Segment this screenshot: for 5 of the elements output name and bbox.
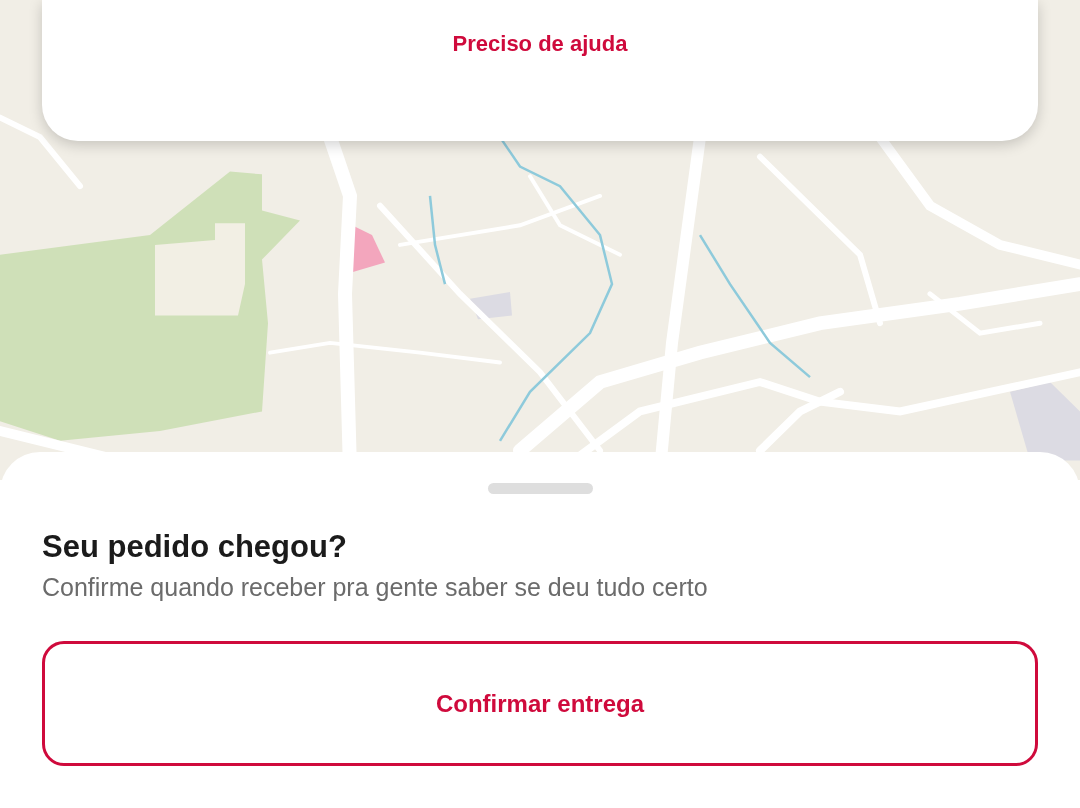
sheet-title: Seu pedido chegou? (42, 528, 347, 566)
confirm-delivery-button[interactable]: Confirmar entrega (42, 641, 1038, 766)
help-link[interactable]: Preciso de ajuda (452, 28, 628, 60)
sheet-subtitle: Confirme quando receber pra gente saber se deu tudo certo (42, 572, 708, 603)
sheet-handle[interactable] (487, 483, 593, 494)
